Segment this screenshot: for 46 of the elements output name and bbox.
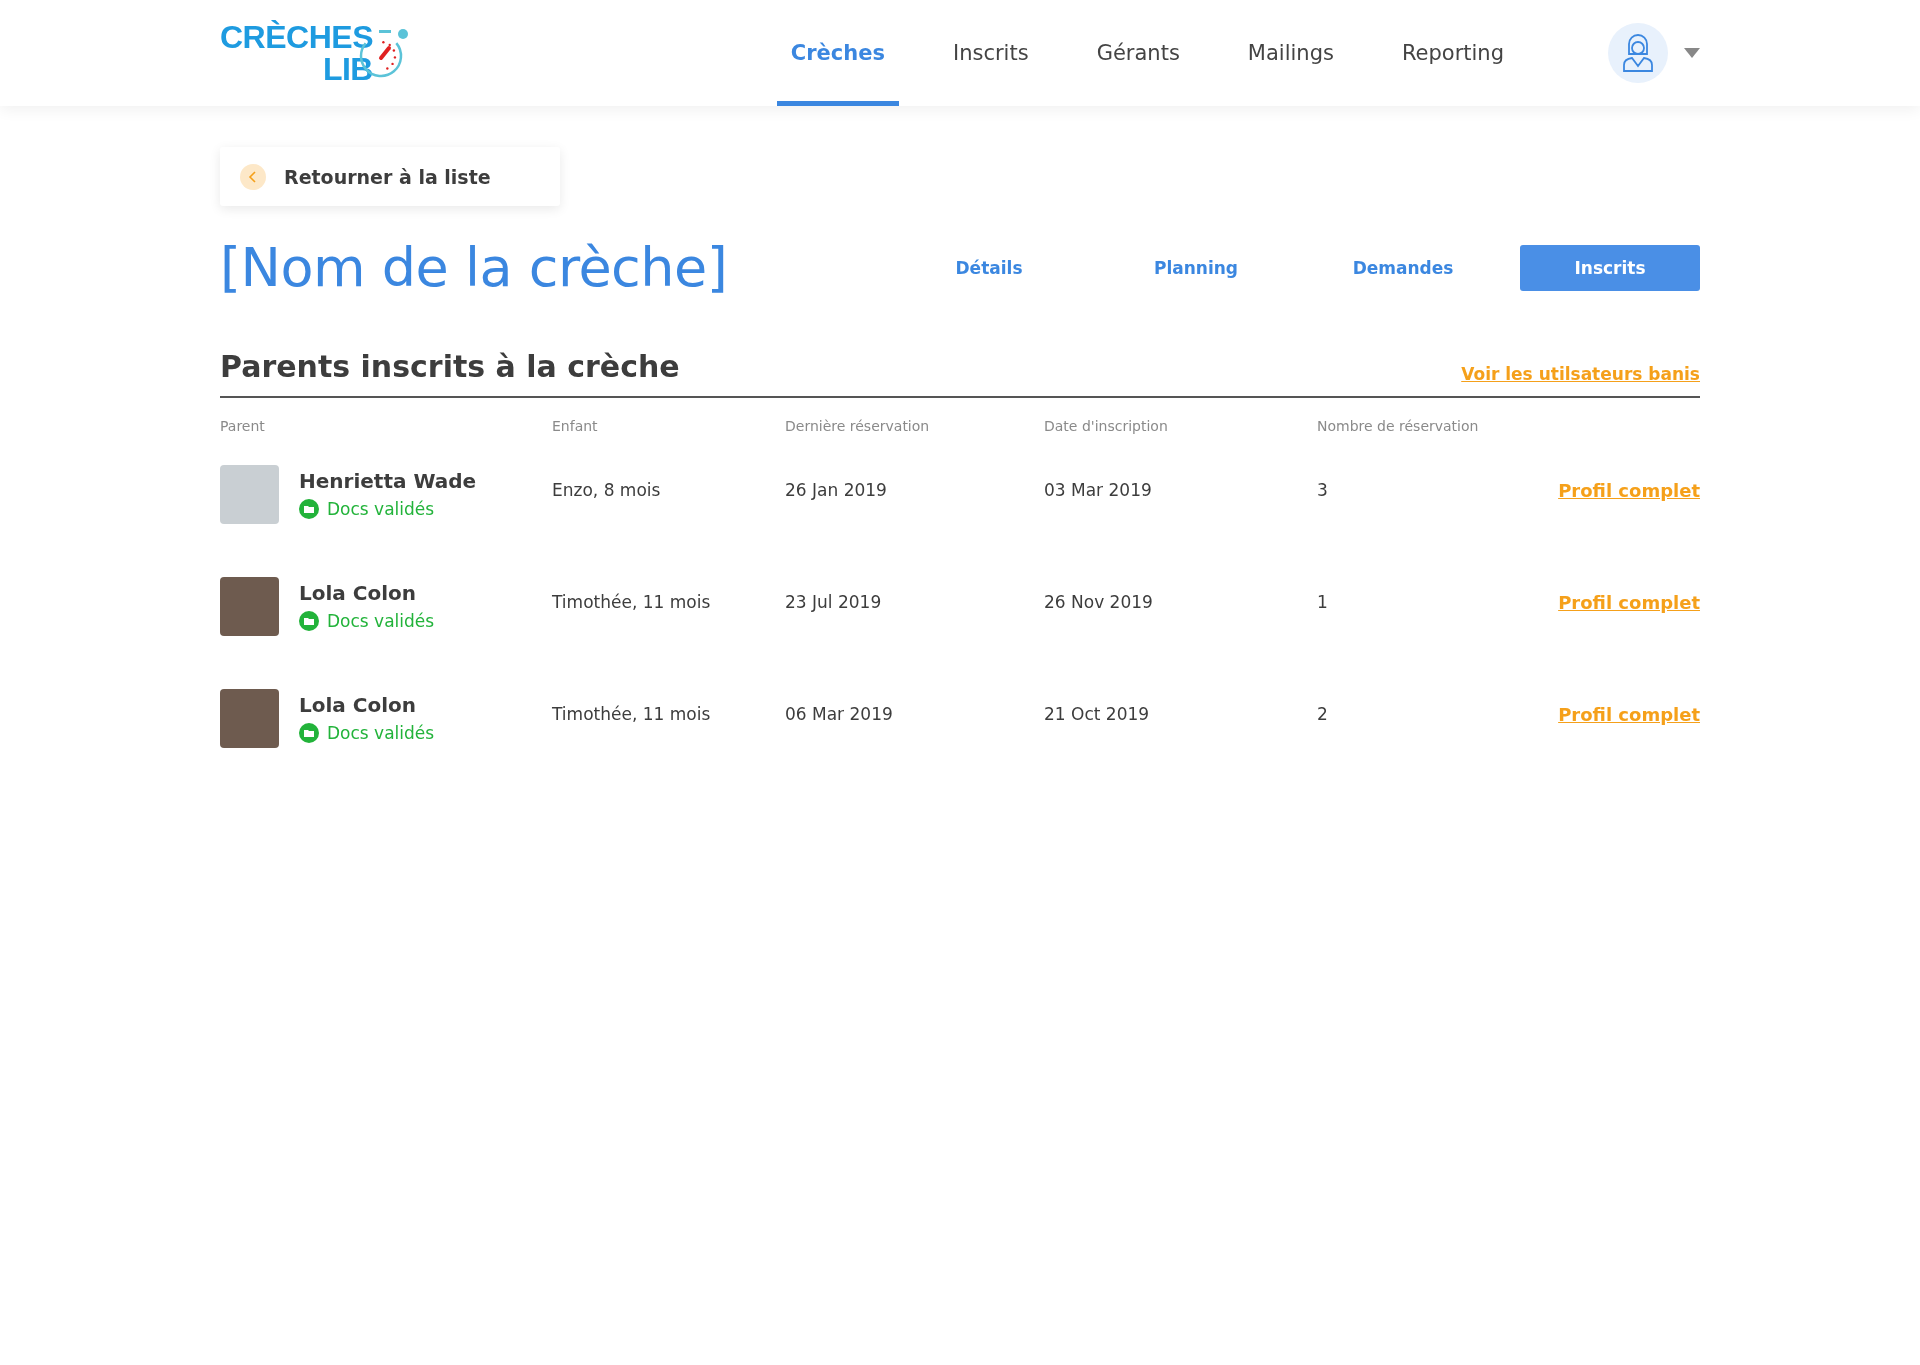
- back-button[interactable]: Retourner à la liste: [220, 147, 560, 206]
- banned-users-link[interactable]: Voir les utilsateurs banis: [1461, 364, 1700, 384]
- section-tab[interactable]: Détails: [899, 244, 1079, 291]
- table-cell-text: 23 Jul 2019: [785, 592, 883, 612]
- docs-status: Docs validés: [327, 611, 435, 631]
- table-cell-text: 26 Nov 2019: [1044, 592, 1154, 612]
- table-cell-text: 06 Mar 2019: [785, 704, 894, 724]
- docs-status: Docs validés: [327, 723, 435, 743]
- section-tab[interactable]: Inscrits: [1520, 244, 1700, 291]
- photo-placeholder: [220, 576, 279, 636]
- profile-link[interactable]: Profil complet: [1558, 591, 1700, 613]
- logo-text: LIB: [322, 53, 373, 85]
- parent-name: Henrietta Wade: [299, 469, 477, 493]
- nav-tab[interactable]: Gérants: [1082, 0, 1194, 106]
- table-cell-text: 1: [1317, 592, 1329, 612]
- column-header: Date d'inscription: [1044, 417, 1169, 434]
- nav-tab[interactable]: Reporting: [1387, 0, 1518, 106]
- section-tab[interactable]: Demandes: [1313, 244, 1493, 291]
- nav-tab[interactable]: Inscrits: [939, 0, 1043, 106]
- logo-text: CRÈCHES: [220, 21, 373, 53]
- column-header: Dernière réservation: [785, 417, 931, 434]
- section-tab[interactable]: Planning: [1106, 244, 1286, 291]
- column-header: Enfant: [552, 417, 599, 434]
- photo-placeholder: [220, 464, 279, 524]
- table-cell-text: 21 Oct 2019: [1044, 704, 1151, 724]
- table-cell-text: 26 Jan 2019: [785, 480, 888, 500]
- column-header: Parent: [220, 417, 266, 434]
- table-cell-text: 03 Mar 2019: [1044, 480, 1153, 500]
- nav-tab[interactable]: Mailings: [1233, 0, 1348, 106]
- page-title: [Nom de la crèche]: [220, 236, 728, 299]
- profile-link[interactable]: Profil complet: [1558, 703, 1700, 725]
- chevron-left-icon: [240, 163, 266, 190]
- photo-placeholder: [220, 688, 279, 748]
- column-header: Nombre de réservation: [1317, 417, 1480, 434]
- parent-name: Lola Colon: [299, 693, 418, 717]
- table-cell-text: Timothée, 11 mois: [552, 592, 712, 612]
- parent-name: Lola Colon: [299, 581, 418, 605]
- table-cell-text: Enzo, 8 mois: [552, 480, 662, 500]
- profile-link[interactable]: Profil complet: [1558, 479, 1700, 501]
- section-heading: Parents inscrits à la crèche: [220, 349, 680, 384]
- docs-status: Docs validés: [327, 499, 435, 519]
- table-cell-text: 3: [1317, 480, 1329, 500]
- nav-tab[interactable]: Crèches: [776, 0, 899, 106]
- table-cell-text: Timothée, 11 mois: [552, 704, 712, 724]
- caret-icon[interactable]: [1684, 48, 1700, 58]
- table-cell-text: 2: [1317, 704, 1329, 724]
